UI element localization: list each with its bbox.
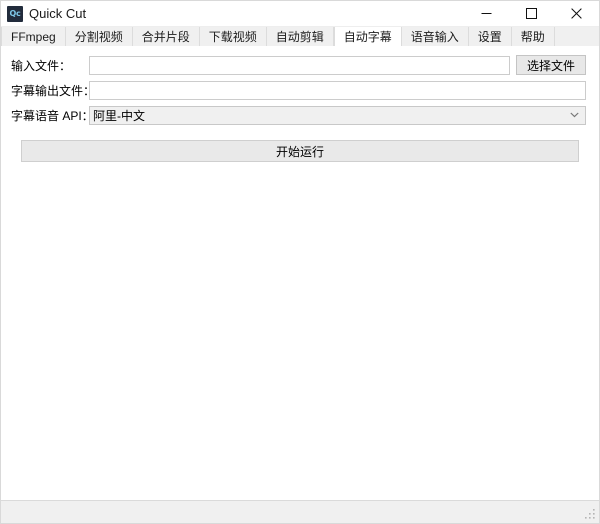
window-controls xyxy=(464,1,599,26)
tab-bar: FFmpeg 分割视频 合并片段 下载视频 自动剪辑 自动字幕 语音输入 设置 … xyxy=(1,27,599,47)
chevron-down-icon xyxy=(570,107,579,124)
tab-settings[interactable]: 设置 xyxy=(468,27,512,46)
tab-auto-edit[interactable]: 自动剪辑 xyxy=(266,27,334,46)
tab-merge-clips[interactable]: 合并片段 xyxy=(132,27,200,46)
status-bar xyxy=(1,500,599,523)
tab-split-video[interactable]: 分割视频 xyxy=(65,27,133,46)
tab-help[interactable]: 帮助 xyxy=(511,27,555,46)
app-logo-icon: Qc xyxy=(7,5,23,22)
tab-download-video[interactable]: 下载视频 xyxy=(199,27,267,46)
resize-grip-icon[interactable] xyxy=(584,508,596,520)
minimize-icon xyxy=(481,13,492,14)
tab-content-auto-subtitle: 输入文件： 选择文件 字幕输出文件： 字幕语音 API： 阿里-中文 开始运行 xyxy=(1,47,599,500)
window-title: Quick Cut xyxy=(29,6,87,21)
output-file-row: 字幕输出文件： xyxy=(11,80,589,100)
api-label: 字幕语音 API： xyxy=(11,108,94,123)
tab-auto-subtitle[interactable]: 自动字幕 xyxy=(333,27,402,46)
start-run-button[interactable]: 开始运行 xyxy=(21,140,579,162)
tab-ffmpeg[interactable]: FFmpeg xyxy=(1,27,66,46)
api-row: 字幕语音 API： 阿里-中文 xyxy=(11,105,589,125)
maximize-icon xyxy=(526,8,537,19)
title-bar: Qc Quick Cut xyxy=(1,1,599,27)
api-select[interactable]: 阿里-中文 xyxy=(89,105,586,125)
input-file-field[interactable] xyxy=(89,55,510,75)
app-logo-text: Qc xyxy=(9,8,21,18)
tab-bar-filler xyxy=(554,27,599,46)
close-button[interactable] xyxy=(554,1,599,26)
maximize-button[interactable] xyxy=(509,1,554,26)
output-file-label: 字幕输出文件： xyxy=(11,83,96,98)
auto-subtitle-form: 输入文件： 选择文件 字幕输出文件： 字幕语音 API： 阿里-中文 开始运行 xyxy=(1,47,599,162)
output-file-field[interactable] xyxy=(89,80,586,100)
close-icon xyxy=(571,8,582,19)
tab-voice-input[interactable]: 语音输入 xyxy=(401,27,469,46)
input-file-row: 输入文件： 选择文件 xyxy=(11,55,589,75)
choose-file-button[interactable]: 选择文件 xyxy=(516,55,586,75)
minimize-button[interactable] xyxy=(464,1,509,26)
app-window: Qc Quick Cut FFmpeg 分割视频 合并片段 下载视频 自动剪辑 … xyxy=(0,0,600,524)
api-select-value: 阿里-中文 xyxy=(93,108,145,123)
input-file-label: 输入文件： xyxy=(11,58,72,73)
